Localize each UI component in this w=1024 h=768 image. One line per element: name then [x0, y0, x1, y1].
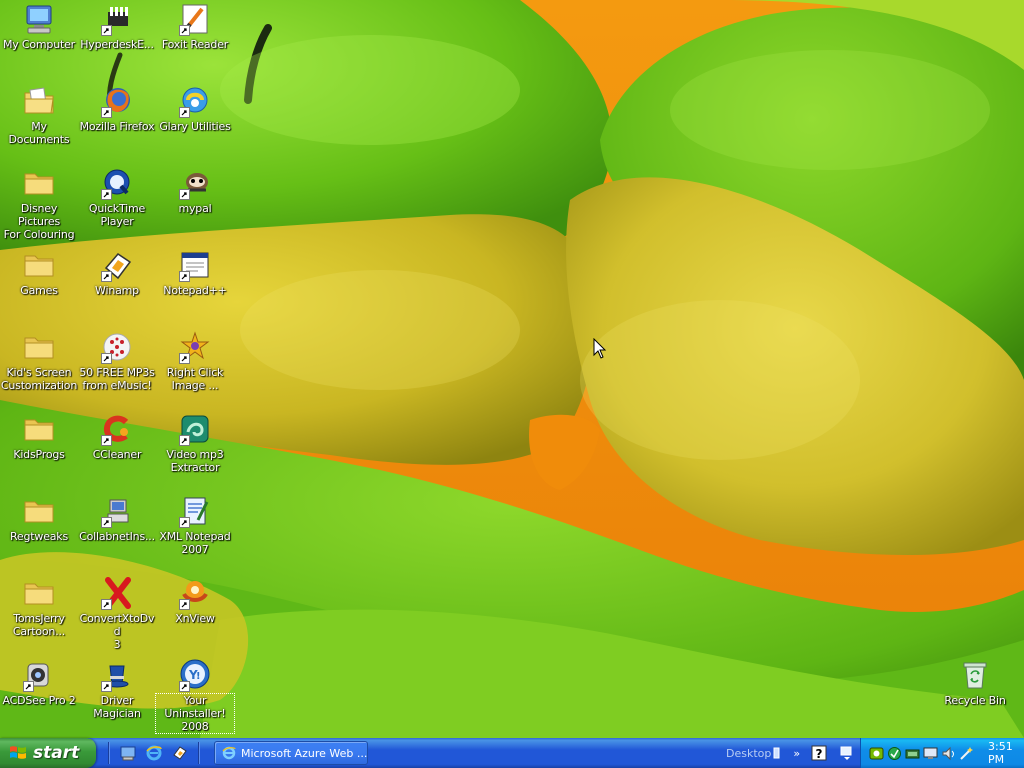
- windows-logo-icon: [10, 746, 26, 759]
- desktop-icon-driver-magician[interactable]: Driver Magician: [78, 658, 156, 720]
- start-button[interactable]: start: [0, 738, 96, 768]
- tray-icons: [869, 746, 974, 761]
- desktop-toolbar-label: Desktop: [726, 746, 772, 760]
- system-tray: 3:51 PM: [860, 738, 1024, 768]
- emusic-icon: [100, 330, 134, 364]
- task-button-label: Microsoft Azure Web ...: [241, 746, 367, 760]
- foxit-reader-icon: [178, 2, 212, 36]
- right-click-image-icon: [178, 330, 212, 364]
- quick-launch-separator: [108, 742, 110, 764]
- acdsee-icon: [22, 658, 56, 692]
- mouse-cursor-icon: [593, 338, 607, 359]
- display-tray-icon[interactable]: [923, 746, 938, 761]
- collabnet-icon: [100, 494, 134, 528]
- notepad-plus-plus-icon: [178, 248, 212, 282]
- antivirus-tray-icon[interactable]: [905, 746, 920, 761]
- xnview-icon: [178, 576, 212, 610]
- video-mp3-extractor-icon: [178, 412, 212, 446]
- start-label: start: [33, 743, 80, 763]
- internet-explorer-icon: [222, 746, 236, 760]
- volume-tray-icon[interactable]: [941, 746, 956, 761]
- recycle-bin-icon: [958, 658, 992, 692]
- desktop-icon-collabnet[interactable]: CollabnetIns...: [78, 494, 156, 543]
- glary-utilities-icon: [178, 84, 212, 118]
- desktop-icon-kidsprogs[interactable]: KidsProgs: [0, 412, 78, 461]
- desktop-icon-recycle-bin[interactable]: Recycle Bin: [936, 658, 1014, 707]
- winamp-icon: [100, 248, 134, 282]
- desktop-icon-notepad-plus-plus[interactable]: Notepad++: [156, 248, 234, 297]
- language-bar-options-icon[interactable]: [838, 744, 856, 762]
- folder-icon: [22, 330, 56, 364]
- desktop-toolbar[interactable]: Desktop »: [726, 746, 800, 760]
- firefox-icon: [100, 84, 134, 118]
- desktop-icon-quicktime[interactable]: QuickTime Player: [78, 166, 156, 228]
- task-button-microsoft-azure-web[interactable]: Microsoft Azure Web ...: [214, 741, 368, 765]
- desktop-icon-hyperdesk[interactable]: HyperdeskE...: [78, 2, 156, 51]
- help-icon[interactable]: ?: [810, 744, 828, 762]
- folder-icon: [22, 576, 56, 610]
- hyperdesk-icon: [100, 2, 134, 36]
- desktop-icon-winamp[interactable]: Winamp: [78, 248, 156, 297]
- xml-notepad-icon: [178, 494, 212, 528]
- your-uninstaller-icon: Y!: [178, 658, 212, 692]
- wand-tray-icon[interactable]: [959, 746, 974, 761]
- folder-icon: [22, 494, 56, 528]
- desktop-icon-disney-pictures[interactable]: Disney Pictures For Colouring: [0, 166, 78, 241]
- convertxtodvd-icon: [100, 576, 134, 610]
- documents-folder-icon: [22, 84, 56, 118]
- desktop-icon-glary-utilities[interactable]: Glary Utilities: [156, 84, 234, 133]
- taskbar: start Microsoft Azure Web ... Desktop » …: [0, 738, 1024, 768]
- folder-icon: [22, 166, 56, 200]
- desktop-icon-your-uninstaller[interactable]: Y! Your Uninstaller! 2008: [155, 658, 235, 734]
- taskbar-toolbars: Desktop » ?: [726, 738, 856, 768]
- desktop-icon-mypal[interactable]: mypal: [156, 166, 234, 215]
- desktop-icon-my-computer[interactable]: My Computer: [0, 2, 78, 51]
- desktop-icon-tomsjerry[interactable]: TomsJerry Cartoon...: [0, 576, 78, 638]
- desktop-icon-xnview[interactable]: XnView: [156, 576, 234, 625]
- desktop-icon-free-mp3s[interactable]: 50 FREE MP3s from eMusic!: [78, 330, 156, 392]
- driver-magician-icon: [100, 658, 134, 692]
- svg-text:?: ?: [816, 747, 823, 761]
- quick-launch-separator: [198, 742, 200, 764]
- desktop-icon-foxit-reader[interactable]: Foxit Reader: [156, 2, 234, 51]
- desktop-icon-games[interactable]: Games: [0, 248, 78, 297]
- quicktime-icon: [100, 166, 134, 200]
- desktop-toolbar-icon: [773, 747, 780, 759]
- desktop-icon-acdsee[interactable]: ACDSee Pro 2: [0, 658, 78, 707]
- chevron-double-right-icon[interactable]: »: [793, 747, 800, 760]
- quick-launch-bar: [106, 738, 208, 768]
- show-desktop-icon[interactable]: [118, 743, 138, 763]
- taskbar-clock[interactable]: 3:51 PM: [988, 740, 1024, 766]
- desktop-icon-firefox[interactable]: Mozilla Firefox: [78, 84, 156, 133]
- desktop-icon-xml-notepad[interactable]: XML Notepad 2007: [156, 494, 234, 556]
- desktop-icon-right-click-image[interactable]: Right Click Image ...: [156, 330, 234, 392]
- desktop-icon-convertxtodvd[interactable]: ConvertXtoDvd 3: [78, 576, 156, 651]
- nvidia-tray-icon[interactable]: [869, 746, 884, 761]
- desktop-icon-regtweaks[interactable]: Regtweaks: [0, 494, 78, 543]
- svg-text:!: !: [196, 671, 201, 682]
- computer-icon: [22, 2, 56, 36]
- mypal-icon: [178, 166, 212, 200]
- desktop-icon-video-mp3-extractor[interactable]: Video mp3 Extractor: [156, 412, 234, 474]
- desktop-icon-kids-screen[interactable]: Kid's Screen Customization: [0, 330, 78, 392]
- internet-explorer-icon[interactable]: [144, 743, 164, 763]
- winamp-agent-icon[interactable]: [170, 743, 190, 763]
- desktop-icon-ccleaner[interactable]: CCleaner: [78, 412, 156, 461]
- network-tray-icon[interactable]: [887, 746, 902, 761]
- ccleaner-icon: [100, 412, 134, 446]
- desktop-icon-my-documents[interactable]: My Documents: [0, 84, 78, 146]
- folder-icon: [22, 412, 56, 446]
- folder-icon: [22, 248, 56, 282]
